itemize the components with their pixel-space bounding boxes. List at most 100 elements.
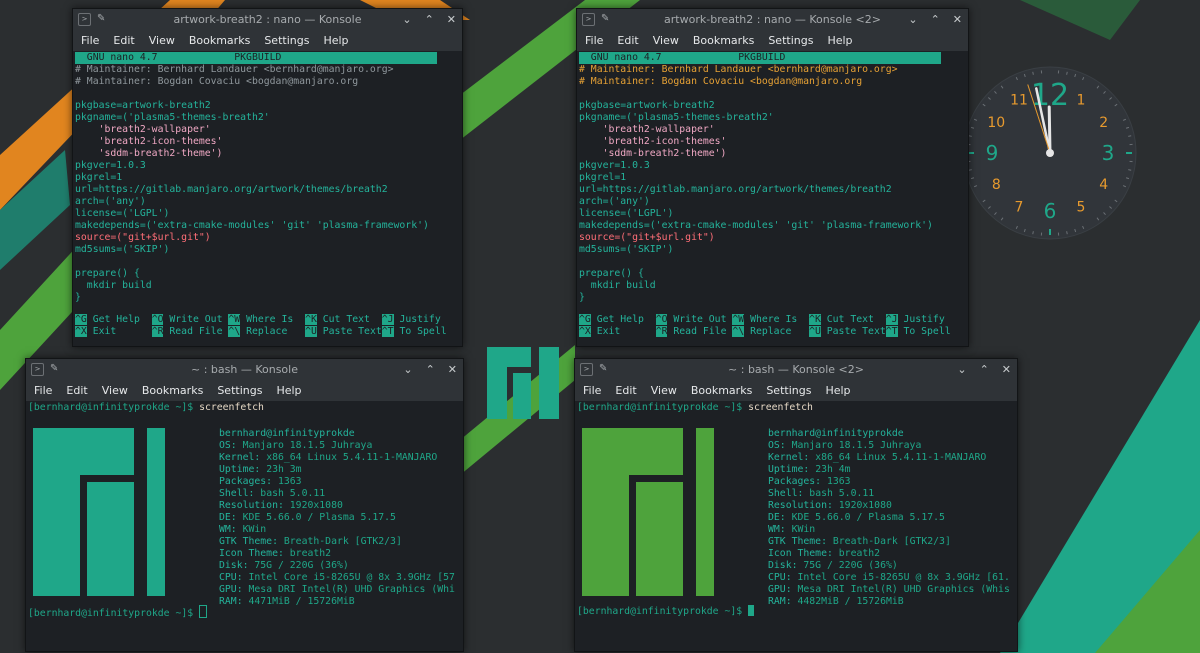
menu-view[interactable]: View <box>102 384 128 397</box>
shortcut-label[interactable]: Cut Text <box>821 314 886 325</box>
shortcut-key[interactable]: ^K <box>305 314 317 325</box>
window-titlebar[interactable]: > ✎ artwork-breath2 : nano — Konsole ⌄ ⌃… <box>73 9 462 30</box>
shortcut-label[interactable]: Get Help <box>87 314 152 325</box>
window-titlebar[interactable]: > ✎ ~ : bash — Konsole <2> ⌄ ⌃ ✕ <box>575 359 1017 380</box>
menu-bookmarks[interactable]: Bookmarks <box>142 384 203 397</box>
menu-help[interactable]: Help <box>825 384 850 397</box>
minimize-icon[interactable]: ⌄ <box>908 9 917 30</box>
maximize-icon[interactable]: ⌃ <box>980 359 989 380</box>
shortcut-key[interactable]: ^J <box>381 314 394 325</box>
window-titlebar[interactable]: > ✎ artwork-breath2 : nano — Konsole <2>… <box>577 9 968 30</box>
shortcut-label[interactable]: Exit <box>591 326 656 337</box>
minimize-icon[interactable]: ⌄ <box>403 359 412 380</box>
shortcut-key[interactable]: ^G <box>579 314 591 325</box>
shortcut-key[interactable]: ^U <box>809 326 821 337</box>
shortcut-key[interactable]: ^O <box>655 314 668 325</box>
konsole-window-nano-1[interactable]: > ✎ artwork-breath2 : nano — Konsole ⌄ ⌃… <box>72 8 463 347</box>
shortcut-key[interactable]: ^O <box>151 314 164 325</box>
shortcut-label[interactable]: To Spell <box>898 326 963 337</box>
menu-settings[interactable]: Settings <box>768 34 813 47</box>
shortcut-label[interactable]: Write Out <box>667 314 732 325</box>
close-icon[interactable]: ✕ <box>448 359 457 380</box>
nano-file-content[interactable]: # Maintainer: Bernhard Landauer <bernhar… <box>579 64 968 304</box>
shortcut-label[interactable]: Read File <box>667 326 732 337</box>
minimize-icon[interactable]: ⌄ <box>957 359 966 380</box>
terminal-area[interactable]: [bernhard@infinityprokde ~]$ screenfetch… <box>26 402 463 651</box>
shortcut-key[interactable]: ^K <box>809 314 821 325</box>
shortcut-key[interactable]: ^R <box>655 326 668 337</box>
window-menu-icon[interactable]: > <box>582 12 595 26</box>
menu-edit[interactable]: Edit <box>615 384 636 397</box>
shortcut-key[interactable]: ^\ <box>732 326 745 337</box>
menu-edit[interactable]: Edit <box>66 384 87 397</box>
prompt-line[interactable]: [bernhard@infinityprokde ~]$ <box>28 605 208 619</box>
menu-settings[interactable]: Settings <box>766 384 811 397</box>
menu-help[interactable]: Help <box>323 34 348 47</box>
menu-settings[interactable]: Settings <box>217 384 262 397</box>
maximize-icon[interactable]: ⌃ <box>931 9 940 30</box>
konsole-window-bash-1[interactable]: > ✎ ~ : bash — Konsole ⌄ ⌃ ✕ File Edit V… <box>25 358 464 652</box>
menu-file[interactable]: File <box>585 34 603 47</box>
shortcut-key[interactable]: ^J <box>885 314 898 325</box>
menu-file[interactable]: File <box>583 384 601 397</box>
window-titlebar[interactable]: > ✎ ~ : bash — Konsole ⌄ ⌃ ✕ <box>26 359 463 380</box>
menu-bookmarks[interactable]: Bookmarks <box>693 34 754 47</box>
pin-icon[interactable]: ✎ <box>50 362 58 376</box>
window-menu-icon[interactable]: > <box>580 362 593 376</box>
shortcut-key[interactable]: ^T <box>381 326 394 337</box>
menu-view[interactable]: View <box>651 384 677 397</box>
pin-icon[interactable]: ✎ <box>601 12 609 26</box>
close-icon[interactable]: ✕ <box>1002 359 1011 380</box>
window-menu-icon[interactable]: > <box>31 362 44 376</box>
terminal-area[interactable]: GNU nano 4.7 PKGBUILD # Maintainer: Bern… <box>73 52 462 346</box>
shortcut-label[interactable]: Exit <box>87 326 152 337</box>
menu-file[interactable]: File <box>34 384 52 397</box>
menu-view[interactable]: View <box>149 34 175 47</box>
shortcut-key[interactable]: ^W <box>228 314 241 325</box>
menu-help[interactable]: Help <box>827 34 852 47</box>
shortcut-label[interactable]: Replace <box>744 326 809 337</box>
shortcut-label[interactable]: Justify <box>394 314 459 325</box>
maximize-icon[interactable]: ⌃ <box>425 9 434 30</box>
menu-bookmarks[interactable]: Bookmarks <box>189 34 250 47</box>
shortcut-label[interactable]: To Spell <box>394 326 459 337</box>
konsole-window-bash-2[interactable]: > ✎ ~ : bash — Konsole <2> ⌄ ⌃ ✕ File Ed… <box>574 358 1018 652</box>
shortcut-key[interactable]: ^\ <box>228 326 241 337</box>
shortcut-label[interactable]: Where Is <box>744 314 809 325</box>
shortcut-label[interactable]: Paste Text <box>821 326 886 337</box>
shortcut-label[interactable]: Write Out <box>163 314 228 325</box>
shortcut-label[interactable]: Justify <box>898 314 963 325</box>
shortcut-label[interactable]: Where Is <box>240 314 305 325</box>
shortcut-label[interactable]: Replace <box>240 326 305 337</box>
pin-icon[interactable]: ✎ <box>97 12 105 26</box>
maximize-icon[interactable]: ⌃ <box>426 359 435 380</box>
menu-edit[interactable]: Edit <box>617 34 638 47</box>
window-menu-icon[interactable]: > <box>78 12 91 26</box>
close-icon[interactable]: ✕ <box>953 9 962 30</box>
menu-help[interactable]: Help <box>276 384 301 397</box>
minimize-icon[interactable]: ⌄ <box>402 9 411 30</box>
shortcut-key[interactable]: ^U <box>305 326 317 337</box>
shortcut-label[interactable]: Paste Text <box>317 326 382 337</box>
menu-edit[interactable]: Edit <box>113 34 134 47</box>
nano-file-content[interactable]: # Maintainer: Bernhard Landauer <bernhar… <box>75 64 462 304</box>
shortcut-key[interactable]: ^T <box>885 326 898 337</box>
analog-clock-widget[interactable]: 12 1234567891011 <box>963 66 1137 240</box>
shortcut-key[interactable]: ^R <box>151 326 164 337</box>
menu-view[interactable]: View <box>653 34 679 47</box>
shortcut-label[interactable]: Get Help <box>591 314 656 325</box>
shortcut-key[interactable]: ^X <box>579 326 591 337</box>
menu-settings[interactable]: Settings <box>264 34 309 47</box>
menu-file[interactable]: File <box>81 34 99 47</box>
shortcut-key[interactable]: ^G <box>75 314 87 325</box>
shortcut-label[interactable]: Cut Text <box>317 314 382 325</box>
konsole-window-nano-2[interactable]: > ✎ artwork-breath2 : nano — Konsole <2>… <box>576 8 969 347</box>
terminal-area[interactable]: [bernhard@infinityprokde ~]$ screenfetch… <box>575 402 1017 651</box>
shortcut-label[interactable]: Read File <box>163 326 228 337</box>
shortcut-key[interactable]: ^W <box>732 314 745 325</box>
close-icon[interactable]: ✕ <box>447 9 456 30</box>
menu-bookmarks[interactable]: Bookmarks <box>691 384 752 397</box>
terminal-area[interactable]: GNU nano 4.7 PKGBUILD # Maintainer: Bern… <box>577 52 968 346</box>
shortcut-key[interactable]: ^X <box>75 326 87 337</box>
prompt-line[interactable]: [bernhard@infinityprokde ~]$ <box>577 605 755 617</box>
